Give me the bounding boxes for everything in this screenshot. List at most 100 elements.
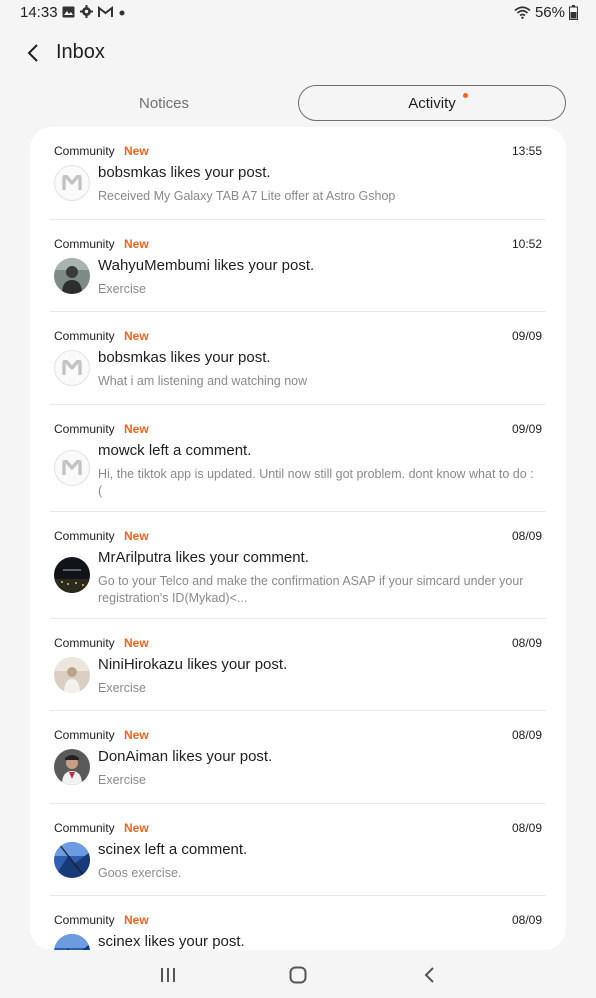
new-badge: New	[124, 913, 149, 927]
user-photo-icon	[54, 934, 90, 950]
tab-notices-label: Notices	[138, 94, 190, 112]
notification-item[interactable]: Community New 13:55 bobsmkas likes your …	[50, 127, 546, 220]
status-icons	[62, 5, 126, 18]
item-title: scinex likes your post.	[98, 933, 245, 950]
chevron-left-icon	[27, 44, 38, 62]
item-subtitle: Exercise	[98, 773, 146, 787]
item-time: 08/09	[511, 820, 542, 835]
members-logo-icon	[62, 459, 82, 475]
gallery-icon	[62, 6, 75, 17]
notification-item[interactable]: Community New 10:52 WahyuMembumi likes y…	[50, 220, 546, 312]
user-photo-icon	[54, 257, 90, 294]
item-source: Community	[54, 236, 115, 251]
item-title: bobsmkas likes your post.	[98, 164, 271, 181]
notification-item[interactable]: Community New 08/09 MrArilputra likes yo…	[50, 512, 546, 619]
avatar	[54, 934, 90, 950]
item-source: Community	[54, 820, 115, 835]
back-nav-icon	[424, 967, 434, 983]
item-source: Community	[54, 728, 115, 742]
avatar	[54, 257, 90, 294]
gmail-icon	[98, 5, 113, 17]
item-subtitle: What i am listening and watching now	[98, 374, 308, 388]
avatar	[54, 841, 90, 878]
notification-item[interactable]: Community New 08/09 scinex left a commen…	[50, 804, 546, 896]
avatar	[54, 449, 90, 486]
new-badge: New	[124, 421, 149, 436]
item-subtitle: Goos exercise.	[98, 865, 182, 880]
notification-item[interactable]: Community New 08/09 DonAiman likes your …	[50, 711, 546, 804]
status-time: 14:33	[20, 4, 58, 21]
battery-icon	[569, 5, 578, 20]
recent-apps-button[interactable]	[153, 962, 183, 988]
new-badge: New	[124, 528, 149, 543]
new-badge: New	[124, 236, 149, 251]
item-title: NiniHirokazu likes your post.	[98, 655, 288, 673]
back-nav-button[interactable]	[414, 962, 444, 988]
new-badge: New	[124, 728, 149, 742]
item-title: mowck left a comment.	[98, 441, 252, 459]
system-nav-bar	[0, 950, 596, 998]
tab-activity[interactable]: Activity	[298, 85, 566, 121]
avatar	[54, 350, 90, 386]
notification-item[interactable]: Community New 09/09 bobsmkas likes your …	[50, 312, 546, 405]
item-time: 08/09	[511, 728, 542, 742]
item-source: Community	[54, 421, 115, 436]
notification-item[interactable]: Community New 08/09 scinex likes your po…	[50, 896, 546, 950]
notification-item[interactable]: Community New 08/09 NiniHirokazu likes y…	[50, 619, 546, 711]
item-source: Community	[54, 635, 115, 650]
item-source: Community	[54, 329, 115, 343]
item-title: WahyuMembumi likes your post.	[98, 256, 315, 274]
item-time: 13:55	[511, 144, 542, 158]
user-photo-icon	[54, 656, 90, 693]
new-badge: New	[124, 635, 149, 650]
item-title: DonAiman likes your post.	[98, 748, 273, 765]
item-title: MrArilputra likes your comment.	[98, 548, 309, 566]
notification-item[interactable]: Community New 09/09 mowck left a comment…	[50, 405, 546, 512]
item-source: Community	[54, 913, 115, 927]
dot-icon	[119, 10, 125, 15]
new-badge: New	[124, 820, 149, 835]
item-title: bobsmkas likes your post.	[98, 349, 271, 366]
item-source: Community	[54, 144, 115, 158]
user-photo-icon	[54, 841, 90, 878]
item-subtitle: Received My Galaxy TAB A7 Lite offer at …	[98, 189, 396, 203]
item-title: scinex left a comment.	[98, 840, 248, 858]
new-badge: New	[124, 329, 149, 343]
status-bar: 14:33 56%	[0, 0, 596, 26]
avatar	[54, 556, 90, 593]
item-subtitle: Exercise	[98, 281, 146, 296]
user-photo-icon	[54, 749, 90, 785]
back-button[interactable]	[18, 38, 48, 68]
unread-dot-icon	[463, 93, 468, 98]
item-time: 09/09	[511, 421, 542, 436]
item-source: Community	[54, 528, 115, 543]
user-photo-icon	[54, 556, 90, 593]
item-time: 10:52	[511, 236, 542, 251]
status-right: 56%	[514, 4, 578, 21]
tab-notices[interactable]: Notices	[30, 85, 298, 121]
item-time: 08/09	[511, 913, 542, 927]
item-subtitle: Go to your Telco and make the confirmati…	[98, 573, 524, 605]
members-logo-icon	[62, 175, 82, 190]
page-title: Inbox	[56, 41, 105, 63]
item-time: 09/09	[511, 329, 542, 343]
item-time: 08/09	[511, 528, 542, 543]
home-button[interactable]	[283, 962, 313, 988]
item-subtitle: Exercise	[98, 680, 146, 695]
battery-percent: 56%	[534, 4, 565, 21]
tab-bar: Notices Activity	[30, 85, 566, 121]
members-logo-icon	[62, 360, 82, 375]
notification-list: Community New 13:55 bobsmkas likes your …	[30, 127, 566, 950]
avatar	[54, 656, 90, 693]
gear-icon	[80, 5, 93, 18]
app-header: Inbox	[0, 30, 596, 76]
item-time: 08/09	[511, 635, 542, 650]
avatar	[54, 165, 90, 201]
new-badge: New	[124, 144, 149, 158]
wifi-icon	[514, 6, 531, 19]
tab-activity-label: Activity	[408, 94, 456, 112]
item-subtitle: Hi, the tiktok app is updated. Until now…	[98, 466, 534, 498]
recent-apps-icon	[161, 968, 175, 982]
avatar	[54, 749, 90, 785]
home-icon	[289, 966, 307, 984]
